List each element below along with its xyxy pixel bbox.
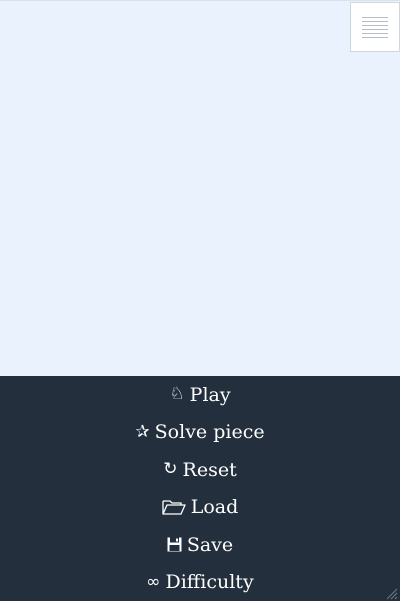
load-label: Load <box>190 496 239 519</box>
hamburger-line <box>362 16 388 18</box>
hamburger-line <box>362 32 388 34</box>
save-button[interactable]: Save <box>0 526 400 564</box>
infinity-icon: ∞ <box>146 571 161 592</box>
load-button[interactable]: Load <box>0 489 400 527</box>
reset-button[interactable]: ↻ Reset <box>0 451 400 489</box>
floppy-disk-icon <box>167 537 182 552</box>
save-label: Save <box>186 533 234 556</box>
play-button[interactable]: ♘ Play <box>0 376 400 414</box>
folder-open-icon <box>162 499 186 515</box>
hamburger-menu-button[interactable] <box>350 2 400 52</box>
difficulty-button[interactable]: ∞ Difficulty <box>0 564 400 601</box>
hamburger-line <box>362 36 388 38</box>
play-label: Play <box>189 383 231 406</box>
star-icon: ✰ <box>135 421 150 442</box>
app-root: ♘ Play ✰ Solve piece ↻ Reset Load Save ∞… <box>0 0 400 601</box>
bottom-menu: ♘ Play ✰ Solve piece ↻ Reset Load Save ∞… <box>0 376 400 601</box>
reset-label: Reset <box>182 458 237 481</box>
solve-piece-label: Solve piece <box>154 421 265 444</box>
hamburger-line <box>362 20 388 22</box>
hamburger-line <box>362 24 388 26</box>
knight-icon: ♘ <box>169 384 185 405</box>
reset-icon: ↻ <box>163 459 178 480</box>
puzzle-board[interactable] <box>0 0 400 376</box>
hamburger-line <box>362 28 388 30</box>
difficulty-label: Difficulty <box>165 571 254 594</box>
solve-piece-button[interactable]: ✰ Solve piece <box>0 414 400 452</box>
resize-grip-icon[interactable] <box>384 585 398 600</box>
